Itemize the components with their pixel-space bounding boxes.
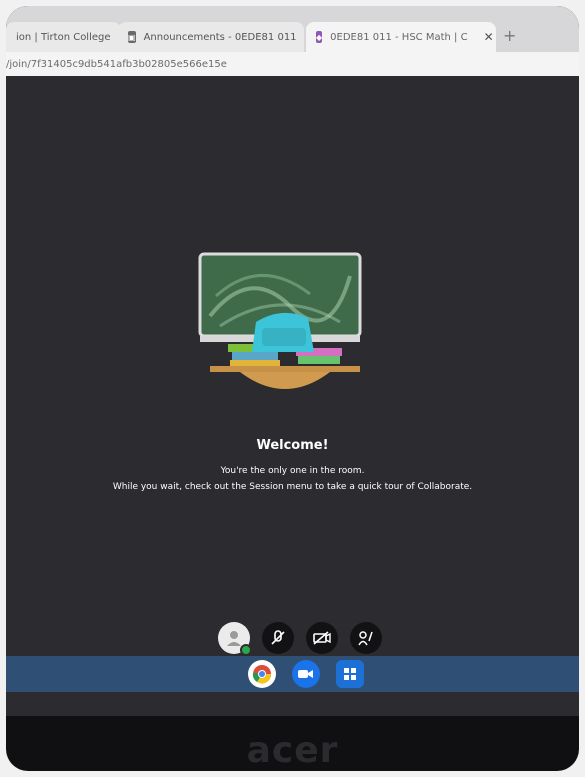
raise-hand-icon: [358, 631, 373, 646]
tab-label: Announcements - 0EDE81 011: [143, 31, 297, 43]
status-badge: [240, 644, 252, 656]
meet-icon: [298, 670, 313, 678]
camera-button[interactable]: [306, 622, 338, 654]
chrome-app[interactable]: [248, 660, 276, 688]
meet-app[interactable]: [292, 660, 320, 688]
mic-button[interactable]: [262, 622, 294, 654]
tab-collaborate[interactable]: ◆ 0EDE81 011 - HSC Math | C ✕: [306, 22, 496, 52]
tab-bar: ion | Tirton College ✕ ▣ Announcements -…: [6, 6, 579, 52]
device-brand: acer: [246, 730, 339, 771]
user-avatar[interactable]: [218, 622, 252, 656]
tab-label: ion | Tirton College: [16, 31, 111, 43]
close-icon[interactable]: ✕: [484, 31, 494, 43]
tab-announcements[interactable]: ▣ Announcements - 0EDE81 011 ✕: [118, 22, 315, 52]
camera-off-icon: [313, 631, 331, 645]
device-frame: ion | Tirton College ✕ ▣ Announcements -…: [6, 6, 579, 771]
classroom-illustration: [198, 252, 362, 389]
os-shelf: [6, 656, 579, 692]
tab-label: 0EDE81 011 - HSC Math | C: [330, 31, 468, 43]
tab-tirton-college[interactable]: ion | Tirton College ✕: [6, 22, 129, 52]
url-text: /join/7f31405c9db541afb3b02805e566e15e: [6, 59, 227, 70]
files-app[interactable]: [336, 660, 364, 688]
announcements-icon: ▣: [128, 31, 136, 43]
mic-muted-icon: [271, 630, 285, 645]
new-tab-button[interactable]: +: [503, 26, 516, 45]
session-controls: [218, 616, 388, 660]
welcome-title: Welcome!: [256, 438, 329, 453]
welcome-message-line2: While you wait, check out the Session me…: [112, 482, 473, 492]
welcome-message-line1: You're the only one in the room.: [220, 466, 365, 476]
raise-hand-button[interactable]: [350, 622, 382, 654]
collaborate-session: Welcome! You're the only one in the room…: [6, 76, 579, 716]
collaborate-icon: ◆: [316, 31, 323, 43]
files-icon: [344, 668, 356, 680]
chrome-icon: [252, 665, 272, 684]
